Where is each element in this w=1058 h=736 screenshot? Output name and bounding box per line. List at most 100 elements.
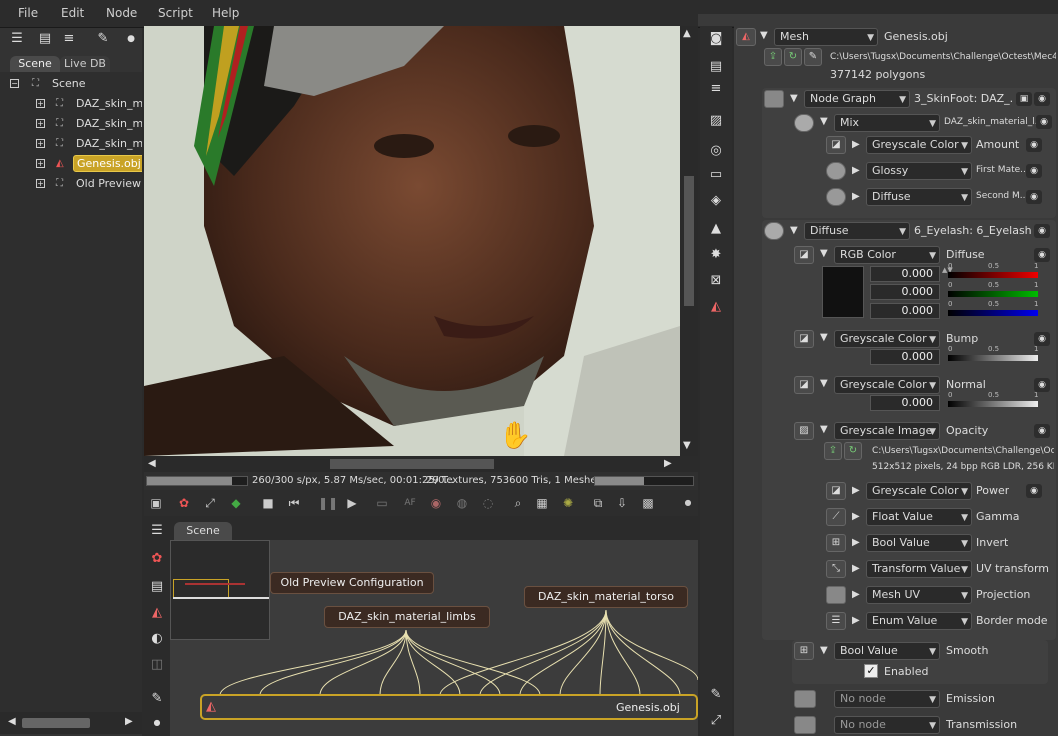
screen-icon[interactable]: ▭ bbox=[374, 495, 390, 511]
mesh-uv-icon[interactable] bbox=[826, 586, 846, 604]
expand-icon[interactable]: ▶ bbox=[852, 537, 860, 548]
blue-slider[interactable]: 0 0.5 1 bbox=[948, 300, 1038, 316]
tree-item-skin-2[interactable]: + ⛶ DAZ_skin_ma bbox=[0, 114, 142, 134]
scroll-thumb[interactable] bbox=[684, 176, 694, 306]
list-icon[interactable]: ☰ bbox=[8, 30, 26, 48]
opacity-type-select[interactable]: Greyscale Image ▼ bbox=[834, 422, 940, 440]
expand-icon[interactable]: ▶ bbox=[852, 485, 860, 496]
amount-type-select[interactable]: Greyscale Color ▼ bbox=[866, 136, 972, 154]
fit-icon[interactable]: ⤢ bbox=[202, 495, 218, 511]
collapse-icon[interactable]: ≡ bbox=[60, 30, 78, 48]
expand-icon[interactable]: ▶ bbox=[852, 589, 860, 600]
region-icon[interactable]: ▦ bbox=[534, 495, 550, 511]
invert-type-select[interactable]: Bool Value ▼ bbox=[866, 534, 972, 552]
material-icon[interactable]: ◭ bbox=[707, 298, 725, 316]
eye-icon[interactable]: ◉ bbox=[1036, 115, 1052, 129]
wrench-icon[interactable]: ✎ bbox=[804, 48, 822, 66]
tree-item-skin-1[interactable]: + ⛶ DAZ_skin_ma bbox=[0, 94, 142, 114]
pin-icon[interactable] bbox=[794, 716, 816, 734]
settings-icon[interactable]: ✺ bbox=[560, 495, 576, 511]
scroll-left-icon[interactable]: ◀ bbox=[148, 458, 156, 469]
load-icon[interactable]: ⇪ bbox=[824, 442, 842, 460]
expand-icon[interactable]: ▶ bbox=[852, 563, 860, 574]
expand-icon[interactable]: ▶ bbox=[852, 139, 860, 150]
power-type-select[interactable]: Greyscale Color ▼ bbox=[866, 482, 972, 500]
float-icon[interactable]: ⟋ bbox=[826, 508, 846, 526]
emitter-icon[interactable]: ◐ bbox=[148, 630, 166, 648]
expand-icon[interactable]: ▶ bbox=[852, 165, 860, 176]
mix-type-select[interactable]: Mix ▼ bbox=[834, 114, 940, 132]
collapse-icon[interactable]: ≡ bbox=[707, 80, 725, 98]
expand-icon[interactable]: ▶ bbox=[852, 511, 860, 522]
color-picker-icon[interactable]: ◉ bbox=[428, 495, 444, 511]
gamma-type-select[interactable]: Float Value ▼ bbox=[866, 508, 972, 526]
expand-box-icon[interactable]: + bbox=[36, 99, 45, 108]
clear-icon[interactable]: ✿ bbox=[176, 495, 192, 511]
collapse-icon[interactable]: ▼ bbox=[820, 424, 828, 435]
expand-box-icon[interactable]: + bbox=[36, 119, 45, 128]
graph-navigator[interactable] bbox=[170, 540, 270, 640]
eye-icon[interactable]: ◉ bbox=[1034, 424, 1050, 438]
export-icon[interactable]: ⇩ bbox=[614, 495, 630, 511]
play-icon[interactable]: ▶ bbox=[344, 495, 360, 511]
rewind-icon[interactable]: ⏮ bbox=[286, 495, 302, 511]
graph-icon[interactable]: ◫ bbox=[148, 656, 166, 674]
bump-slider[interactable]: 0 0.5 1 bbox=[948, 345, 1038, 361]
eye-icon[interactable]: ◉ bbox=[1026, 138, 1042, 152]
node-daz-skin-material-limbs[interactable]: DAZ_skin_material_limbs bbox=[324, 606, 490, 628]
viewport-vscrollbar[interactable]: ▲ ▼ bbox=[680, 26, 698, 456]
pin-icon[interactable] bbox=[794, 690, 816, 708]
green-slider[interactable]: 0 0.5 1 bbox=[948, 281, 1038, 297]
tree-item-old-preview[interactable]: + ⛶ Old Preview C bbox=[0, 174, 142, 194]
bool-icon[interactable]: ⊞ bbox=[794, 642, 814, 660]
wrench-icon[interactable]: ✎ bbox=[148, 690, 166, 708]
scroll-thumb[interactable] bbox=[330, 459, 494, 469]
eye-icon[interactable]: ◉ bbox=[1034, 92, 1050, 106]
menu-help[interactable]: Help bbox=[212, 6, 239, 20]
mesh-type-select[interactable]: Mesh ▼ bbox=[774, 28, 878, 46]
emission-type-select[interactable]: No node ▼ bbox=[834, 690, 940, 708]
transform-icon[interactable]: ⤡ bbox=[826, 560, 846, 578]
collapse-icon[interactable]: ▼ bbox=[820, 378, 828, 389]
glossy-type-select[interactable]: Glossy ▼ bbox=[866, 162, 972, 180]
expand-box-icon[interactable]: + bbox=[36, 139, 45, 148]
border-mode-type-select[interactable]: Enum Value ▼ bbox=[866, 612, 972, 630]
load-icon[interactable]: ⇪ bbox=[764, 48, 782, 66]
expand-box-icon[interactable]: + bbox=[36, 159, 45, 168]
diffuse-material-icon[interactable] bbox=[764, 222, 784, 240]
reload-icon[interactable]: ↻ bbox=[844, 442, 862, 460]
eye-icon[interactable]: ◉ bbox=[1034, 332, 1050, 346]
tree-item-genesis[interactable]: + ◭ Genesis.obj bbox=[0, 154, 142, 174]
material-node-icon[interactable]: ◭ bbox=[148, 604, 166, 622]
bump-type-select[interactable]: Greyscale Color ▼ bbox=[834, 330, 940, 348]
collapse-icon[interactable]: ▼ bbox=[820, 116, 828, 127]
pin-icon[interactable]: ● bbox=[680, 495, 696, 511]
node-graph-type-select[interactable]: Node Graph ▼ bbox=[804, 90, 910, 108]
stop-icon[interactable]: ■ bbox=[260, 495, 276, 511]
node-genesis-obj[interactable]: ◭ Genesis.obj bbox=[200, 694, 698, 720]
camera-icon[interactable]: ◌ bbox=[480, 495, 496, 511]
node-old-preview-configuration[interactable]: Old Preview Configuration bbox=[270, 572, 434, 594]
tree-root[interactable]: − ⛶ Scene bbox=[0, 74, 142, 94]
camera-icon[interactable]: ◎ bbox=[707, 142, 725, 160]
navigator-viewport[interactable] bbox=[173, 579, 229, 599]
copy-icon[interactable]: ⧉ bbox=[590, 495, 606, 511]
image-icon[interactable]: ▨ bbox=[707, 112, 725, 130]
green-value[interactable]: 0.000 bbox=[870, 284, 940, 300]
diffuse-icon[interactable] bbox=[826, 188, 846, 206]
collapse-icon[interactable]: ▼ bbox=[820, 645, 828, 656]
bump-value[interactable]: 0.000 bbox=[870, 349, 940, 365]
reload-icon[interactable]: ↻ bbox=[784, 48, 802, 66]
eye-icon[interactable]: ◉ bbox=[1034, 248, 1050, 262]
layers-icon[interactable]: ▤ bbox=[707, 58, 725, 76]
scroll-thumb[interactable] bbox=[22, 718, 90, 728]
checker-icon[interactable]: ▩ bbox=[640, 495, 656, 511]
mix-material-icon[interactable] bbox=[794, 114, 814, 132]
diffuse-input-type-select[interactable]: Diffuse ▼ bbox=[866, 188, 972, 206]
graph-icon[interactable]: ▣ bbox=[1016, 92, 1032, 106]
render-target-icon[interactable]: ◙ bbox=[707, 30, 725, 48]
blue-value[interactable]: 0.000 bbox=[870, 303, 940, 319]
af-icon[interactable]: AF bbox=[402, 495, 418, 511]
focus-icon[interactable]: ◍ bbox=[454, 495, 470, 511]
greyscale-icon[interactable]: ◪ bbox=[826, 136, 846, 154]
